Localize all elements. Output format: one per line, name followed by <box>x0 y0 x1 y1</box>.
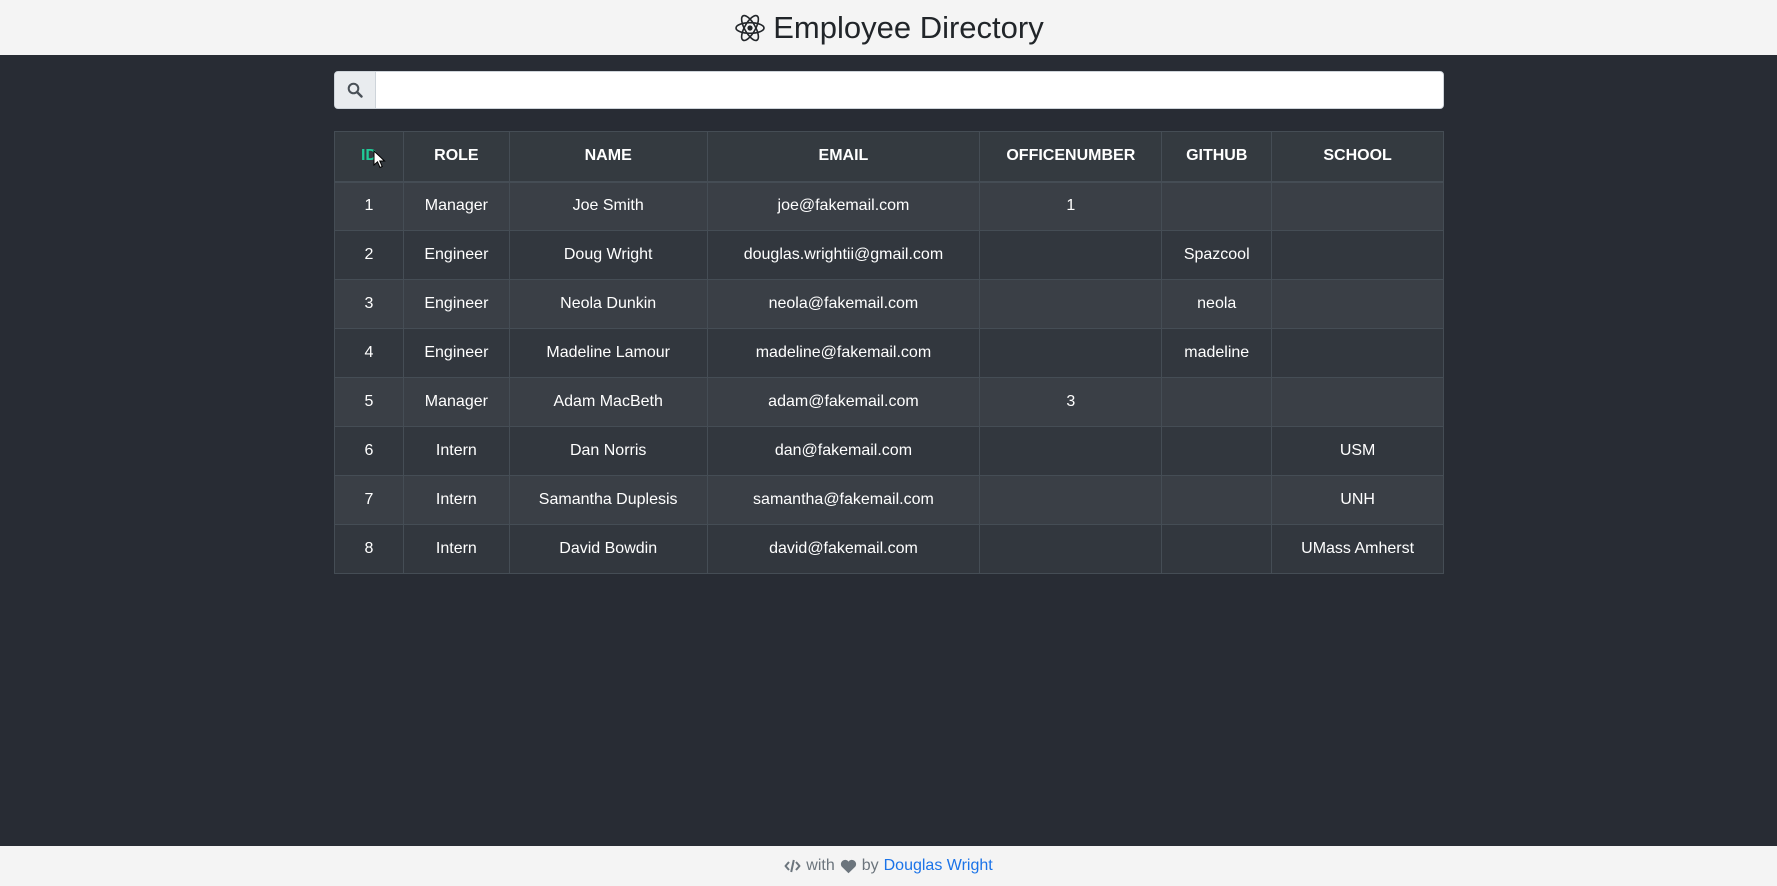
cell-role: Engineer <box>402 230 510 280</box>
cell-github <box>1161 181 1273 231</box>
cell-role: Engineer <box>402 279 510 329</box>
table-header-row: ID ROLE NAME EMAIL OFFICENUMBER GITHUB SCHOOL <box>334 131 1444 183</box>
cell-github <box>1161 475 1273 525</box>
cell-school <box>1271 181 1444 231</box>
cell-school <box>1271 279 1444 329</box>
cell-github: Spazcool <box>1161 230 1273 280</box>
column-header-email[interactable]: EMAIL <box>706 131 981 183</box>
cell-officenumber <box>979 230 1163 280</box>
cell-school: USM <box>1271 426 1444 476</box>
cell-id: 3 <box>334 279 404 329</box>
cell-school <box>1271 230 1444 280</box>
cell-email: adam@fakemail.com <box>706 377 981 427</box>
cell-school <box>1271 328 1444 378</box>
cell-name: Doug Wright <box>508 230 708 280</box>
cell-email: madeline@fakemail.com <box>706 328 981 378</box>
cell-github <box>1161 524 1273 574</box>
cell-email: dan@fakemail.com <box>706 426 981 476</box>
cell-email: douglas.wrightii@gmail.com <box>706 230 981 280</box>
cell-role: Intern <box>402 475 510 525</box>
cell-github: madeline <box>1161 328 1273 378</box>
cell-id: 1 <box>334 181 404 231</box>
cell-github <box>1161 426 1273 476</box>
cell-github <box>1161 377 1273 427</box>
cell-id: 2 <box>334 230 404 280</box>
cell-id: 6 <box>334 426 404 476</box>
author-link[interactable]: Douglas Wright <box>884 857 993 875</box>
search-bar <box>334 71 1444 109</box>
heart-icon <box>840 859 857 874</box>
cell-school: UMass Amherst <box>1271 524 1444 574</box>
cell-officenumber <box>979 328 1163 378</box>
cell-name: Dan Norris <box>508 426 708 476</box>
app-header: Employee Directory <box>0 0 1777 55</box>
table-row: 6 Intern Dan Norris dan@fakemail.com USM <box>334 426 1444 476</box>
cell-email: samantha@fakemail.com <box>706 475 981 525</box>
cell-name: Samantha Duplesis <box>508 475 708 525</box>
cell-name: Neola Dunkin <box>508 279 708 329</box>
column-header-id[interactable]: ID <box>334 131 404 183</box>
column-header-school[interactable]: SCHOOL <box>1271 131 1444 183</box>
employee-table: ID ROLE NAME EMAIL OFFICENUMBER GITHUB SCHOOL … <box>334 131 1444 574</box>
cell-officenumber <box>979 524 1163 574</box>
table-row: 4 Engineer Madeline Lamour madeline@fakemai… <box>334 328 1444 378</box>
table-row: 5 Manager Adam MacBeth adam@fakemail.com 3 <box>334 377 1444 427</box>
cell-id: 4 <box>334 328 404 378</box>
page-title: Employee Directory <box>773 9 1044 45</box>
cell-name: Adam MacBeth <box>508 377 708 427</box>
table-row: 7 Intern Samantha Duplesis samantha@fakemai… <box>334 475 1444 525</box>
column-header-role[interactable]: ROLE <box>402 131 510 183</box>
cell-id: 5 <box>334 377 404 427</box>
footer-with-text: with <box>806 857 835 874</box>
cell-role: Engineer <box>402 328 510 378</box>
cell-officenumber <box>979 426 1163 476</box>
cell-id: 8 <box>334 524 404 574</box>
cell-officenumber <box>979 475 1163 525</box>
table-row: 8 Intern David Bowdin david@fakemail.com UMa… <box>334 524 1444 574</box>
cell-name: Madeline Lamour <box>508 328 708 378</box>
cell-name: David Bowdin <box>508 524 708 574</box>
cell-school: UNH <box>1271 475 1444 525</box>
table-row: 2 Engineer Doug Wright douglas.wrightii@gma… <box>334 230 1444 280</box>
cell-role: Manager <box>402 181 510 231</box>
cell-role: Intern <box>402 426 510 476</box>
cell-email: joe@fakemail.com <box>706 181 981 231</box>
cell-id: 7 <box>334 475 404 525</box>
app-footer: with by Douglas Wright <box>0 846 1777 886</box>
cell-email: david@fakemail.com <box>706 524 981 574</box>
search-icon <box>335 72 376 108</box>
table-body: 1 Manager Joe Smith joe@fakemail.com 1 2 Engin… <box>334 181 1444 574</box>
table-row: 3 Engineer Neola Dunkin neola@fakemail.com n… <box>334 279 1444 329</box>
react-atom-icon <box>733 11 767 45</box>
cell-name: Joe Smith <box>508 181 708 231</box>
cell-officenumber: 3 <box>979 377 1163 427</box>
cell-role: Manager <box>402 377 510 427</box>
table-row: 1 Manager Joe Smith joe@fakemail.com 1 <box>334 181 1444 231</box>
column-header-name[interactable]: NAME <box>508 131 708 183</box>
cell-school <box>1271 377 1444 427</box>
cell-officenumber <box>979 279 1163 329</box>
cell-github: neola <box>1161 279 1273 329</box>
footer-by-text: by <box>861 857 879 874</box>
cell-officenumber: 1 <box>979 181 1163 231</box>
code-icon <box>784 859 801 873</box>
column-header-officenumber[interactable]: OFFICENUMBER <box>979 131 1163 183</box>
cell-role: Intern <box>402 524 510 574</box>
cell-email: neola@fakemail.com <box>706 279 981 329</box>
column-header-github[interactable]: GITHUB <box>1161 131 1273 183</box>
search-input[interactable] <box>376 72 1443 108</box>
